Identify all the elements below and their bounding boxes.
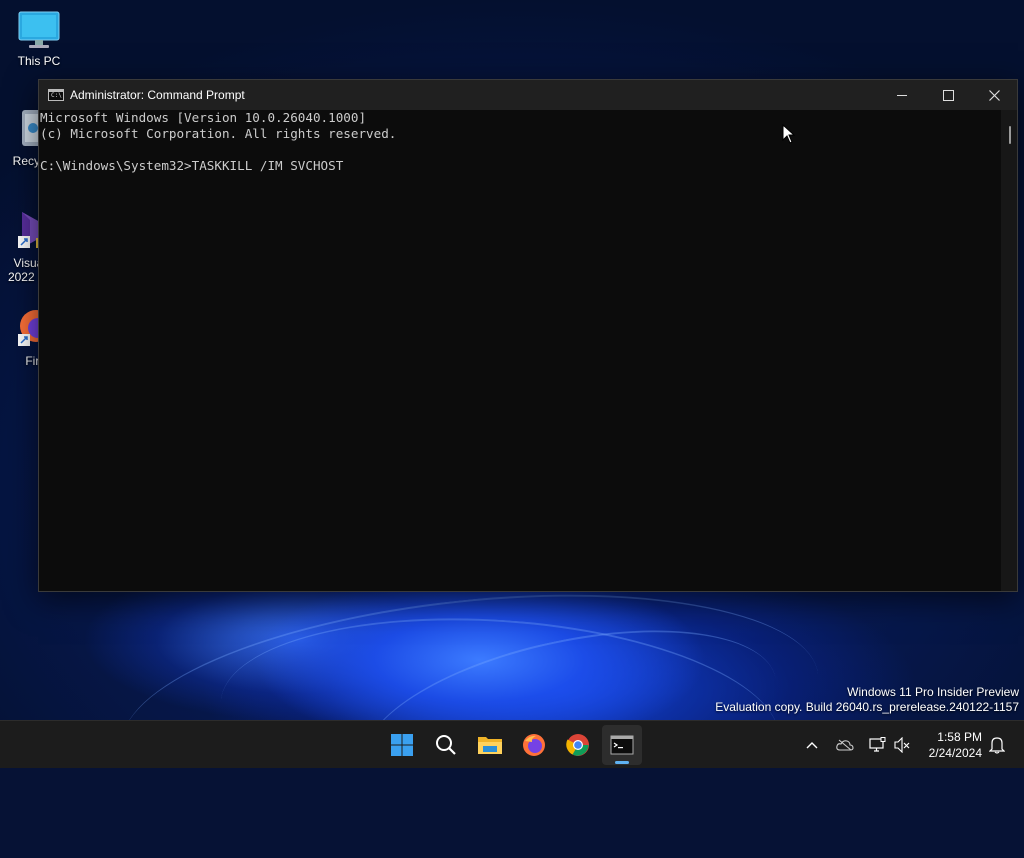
start-icon	[391, 734, 413, 756]
clock-time: 1:58 PM	[937, 730, 982, 744]
chevron-up-icon	[806, 742, 818, 749]
chrome-icon	[566, 734, 589, 756]
network-tray-button[interactable]	[865, 733, 889, 757]
terminal-icon	[610, 735, 634, 755]
start-button[interactable]	[382, 725, 422, 765]
mouse-cursor-icon	[782, 124, 796, 144]
show-hidden-icons-button[interactable]	[800, 733, 824, 757]
desktop-icon-this-pc[interactable]: This PC	[1, 10, 77, 68]
scrollbar-thumb[interactable]	[1009, 126, 1011, 144]
evaluation-watermark: Windows 11 Pro Insider Preview Evaluatio…	[715, 685, 1019, 715]
firefox-taskbar-button[interactable]	[514, 725, 554, 765]
firefox-icon	[523, 734, 545, 756]
watermark-line: Windows 11 Pro Insider Preview	[847, 685, 1019, 699]
command-prompt-window[interactable]: C:\ Administrator: Command Prompt Micros…	[38, 79, 1018, 592]
file-explorer-button[interactable]	[470, 725, 510, 765]
minimize-button[interactable]	[879, 80, 925, 110]
cmd-icon: C:\	[48, 89, 64, 101]
search-button[interactable]	[426, 725, 466, 765]
close-icon	[988, 89, 1000, 101]
onedrive-tray-button[interactable]	[833, 733, 857, 757]
active-app-indicator	[615, 761, 629, 764]
minimize-icon	[897, 94, 907, 96]
console-output[interactable]: Microsoft Windows [Version 10.0.26040.10…	[39, 110, 1001, 591]
bell-icon	[989, 737, 1005, 754]
clock-date: 2/24/2024	[928, 746, 982, 760]
terminal-taskbar-button[interactable]	[602, 725, 642, 765]
monitor-icon	[17, 10, 61, 50]
notifications-button[interactable]	[985, 733, 1009, 757]
network-icon	[869, 737, 886, 752]
chrome-taskbar-button[interactable]	[558, 725, 598, 765]
console-line: (c) Microsoft Corporation. All rights re…	[40, 126, 397, 141]
watermark-line: Evaluation copy. Build 26040.rs_prerelea…	[715, 700, 1019, 714]
volume-muted-icon	[894, 737, 910, 753]
console-line: Microsoft Windows [Version 10.0.26040.10…	[40, 110, 367, 125]
file-explorer-icon	[478, 737, 502, 754]
taskbar: 1:58 PM 2/24/2024	[0, 720, 1024, 768]
vertical-scrollbar[interactable]	[1001, 110, 1017, 591]
desktop-icon-label: This PC	[17, 54, 61, 68]
search-icon	[436, 735, 456, 755]
volume-tray-button[interactable]	[890, 733, 914, 757]
taskbar-clock[interactable]: 1:58 PM 2/24/2024	[929, 729, 982, 761]
onedrive-icon	[836, 739, 854, 751]
maximize-button[interactable]	[925, 80, 971, 110]
close-button[interactable]	[971, 80, 1017, 110]
console-prompt-line: C:\Windows\System32>TASKKILL /IM SVCHOST	[40, 158, 344, 173]
window-titlebar[interactable]: C:\ Administrator: Command Prompt	[39, 80, 1017, 110]
window-title: Administrator: Command Prompt	[70, 88, 245, 102]
maximize-icon	[942, 89, 954, 101]
